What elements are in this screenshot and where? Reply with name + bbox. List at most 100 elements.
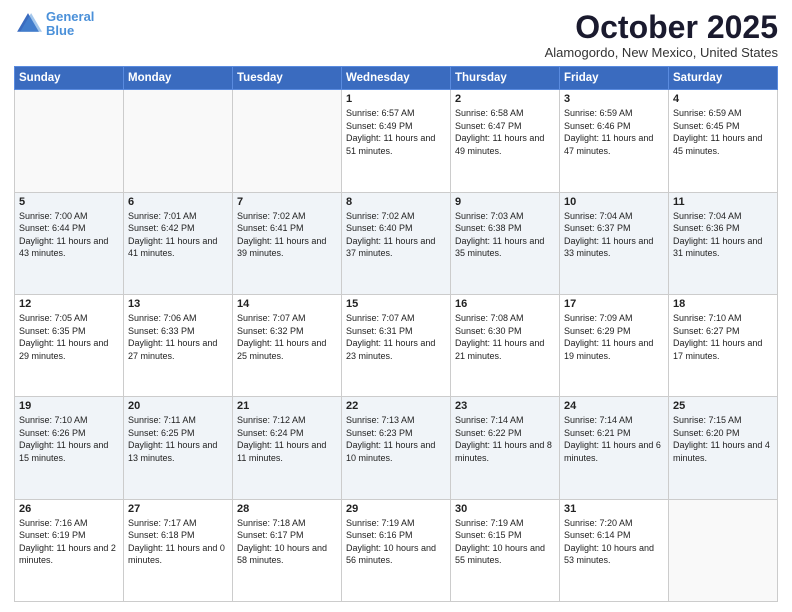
col-saturday: Saturday xyxy=(669,67,778,90)
day-number: 15 xyxy=(346,298,446,310)
day-info: Sunrise: 7:06 AM Sunset: 6:33 PM Dayligh… xyxy=(128,312,228,362)
day-info: Sunrise: 7:15 AM Sunset: 6:20 PM Dayligh… xyxy=(673,414,773,464)
day-info: Sunrise: 7:17 AM Sunset: 6:18 PM Dayligh… xyxy=(128,517,228,567)
day-info: Sunrise: 7:20 AM Sunset: 6:14 PM Dayligh… xyxy=(564,517,664,567)
day-info: Sunrise: 7:01 AM Sunset: 6:42 PM Dayligh… xyxy=(128,210,228,260)
day-info: Sunrise: 7:04 AM Sunset: 6:37 PM Dayligh… xyxy=(564,210,664,260)
table-row xyxy=(233,90,342,192)
table-row: 28Sunrise: 7:18 AM Sunset: 6:17 PM Dayli… xyxy=(233,499,342,601)
day-info: Sunrise: 7:12 AM Sunset: 6:24 PM Dayligh… xyxy=(237,414,337,464)
table-row: 29 Sunrise: 7:19 AM Sunset: 6:16 PM Dayli… xyxy=(342,499,451,601)
day-number: 16 xyxy=(455,298,555,310)
table-row: 23 Sunrise: 7:14 AM Sunset: 6:22 PM Dayli… xyxy=(451,397,560,499)
day-number: 27 xyxy=(128,503,228,515)
header-row: Sunday Monday Tuesday Wednesday Thursday… xyxy=(15,67,778,90)
table-row: 14 Sunrise: 7:07 AM Sunset: 6:32 PM Dayli… xyxy=(233,294,342,396)
table-row: 10 Sunrise: 7:04 AM Sunset: 6:37 PM Dayli… xyxy=(560,192,669,294)
day-info: Sunrise: 6:58 AM Sunset: 6:47 PM Dayligh… xyxy=(455,107,555,157)
table-row: 26 Sunrise: 7:16 AM Sunset: 6:19 PM Dayli… xyxy=(15,499,124,601)
day-number: 7 xyxy=(237,196,337,208)
day-number: 29 xyxy=(346,503,446,515)
table-row: 25Sunrise: 7:15 AM Sunset: 6:20 PM Dayli… xyxy=(669,397,778,499)
table-row: 15 Sunrise: 7:07 AM Sunset: 6:31 PM Dayli… xyxy=(342,294,451,396)
day-number: 9 xyxy=(455,196,555,208)
table-row: 20 Sunrise: 7:11 AM Sunset: 6:25 PM Dayli… xyxy=(124,397,233,499)
table-row: 5 Sunrise: 7:00 AM Sunset: 6:44 PM Daylig… xyxy=(15,192,124,294)
table-row xyxy=(124,90,233,192)
col-tuesday: Tuesday xyxy=(233,67,342,90)
table-row: 3Sunrise: 6:59 AM Sunset: 6:46 PM Daylig… xyxy=(560,90,669,192)
table-row xyxy=(15,90,124,192)
day-number: 5 xyxy=(19,196,119,208)
day-info: Sunrise: 7:14 AM Sunset: 6:22 PM Dayligh… xyxy=(455,414,555,464)
day-info: Sunrise: 7:09 AM Sunset: 6:29 PM Dayligh… xyxy=(564,312,664,362)
day-info: Sunrise: 7:07 AM Sunset: 6:32 PM Dayligh… xyxy=(237,312,337,362)
title-block: October 2025 Alamogordo, New Mexico, Uni… xyxy=(545,10,778,60)
table-row: 19 Sunrise: 7:10 AM Sunset: 6:26 PM Dayli… xyxy=(15,397,124,499)
day-info: Sunrise: 7:05 AM Sunset: 6:35 PM Dayligh… xyxy=(19,312,119,362)
logo: General Blue xyxy=(14,10,94,39)
day-number: 18 xyxy=(673,298,773,310)
day-number: 17 xyxy=(564,298,664,310)
day-info: Sunrise: 7:07 AM Sunset: 6:31 PM Dayligh… xyxy=(346,312,446,362)
day-info: Sunrise: 7:03 AM Sunset: 6:38 PM Dayligh… xyxy=(455,210,555,260)
day-info: Sunrise: 6:59 AM Sunset: 6:45 PM Dayligh… xyxy=(673,107,773,157)
day-info: Sunrise: 7:10 AM Sunset: 6:26 PM Dayligh… xyxy=(19,414,119,464)
col-sunday: Sunday xyxy=(15,67,124,90)
day-number: 14 xyxy=(237,298,337,310)
table-row: 7Sunrise: 7:02 AM Sunset: 6:41 PM Daylig… xyxy=(233,192,342,294)
day-info: Sunrise: 6:57 AM Sunset: 6:49 PM Dayligh… xyxy=(346,107,446,157)
day-number: 12 xyxy=(19,298,119,310)
day-info: Sunrise: 7:13 AM Sunset: 6:23 PM Dayligh… xyxy=(346,414,446,464)
table-row xyxy=(669,499,778,601)
table-row: 4Sunrise: 6:59 AM Sunset: 6:45 PM Daylig… xyxy=(669,90,778,192)
day-number: 19 xyxy=(19,400,119,412)
day-number: 21 xyxy=(237,400,337,412)
day-info: Sunrise: 7:00 AM Sunset: 6:44 PM Dayligh… xyxy=(19,210,119,260)
day-number: 11 xyxy=(673,196,773,208)
calendar-table: Sunday Monday Tuesday Wednesday Thursday… xyxy=(14,66,778,602)
calendar-row-2: 12 Sunrise: 7:05 AM Sunset: 6:35 PM Dayli… xyxy=(15,294,778,396)
col-friday: Friday xyxy=(560,67,669,90)
table-row: 6Sunrise: 7:01 AM Sunset: 6:42 PM Daylig… xyxy=(124,192,233,294)
day-number: 23 xyxy=(455,400,555,412)
col-thursday: Thursday xyxy=(451,67,560,90)
table-row: 11Sunrise: 7:04 AM Sunset: 6:36 PM Dayli… xyxy=(669,192,778,294)
table-row: 18 Sunrise: 7:10 AM Sunset: 6:27 PM Dayli… xyxy=(669,294,778,396)
day-number: 2 xyxy=(455,93,555,105)
day-number: 24 xyxy=(564,400,664,412)
table-row: 17 Sunrise: 7:09 AM Sunset: 6:29 PM Dayli… xyxy=(560,294,669,396)
month-title: October 2025 xyxy=(545,10,778,45)
day-info: Sunrise: 7:02 AM Sunset: 6:40 PM Dayligh… xyxy=(346,210,446,260)
day-number: 20 xyxy=(128,400,228,412)
day-info: Sunrise: 7:10 AM Sunset: 6:27 PM Dayligh… xyxy=(673,312,773,362)
day-info: Sunrise: 7:11 AM Sunset: 6:25 PM Dayligh… xyxy=(128,414,228,464)
col-monday: Monday xyxy=(124,67,233,90)
table-row: 1 Sunrise: 6:57 AM Sunset: 6:49 PM Daylig… xyxy=(342,90,451,192)
day-info: Sunrise: 7:19 AM Sunset: 6:16 PM Dayligh… xyxy=(346,517,446,567)
table-row: 27 Sunrise: 7:17 AM Sunset: 6:18 PM Dayli… xyxy=(124,499,233,601)
calendar-row-1: 5 Sunrise: 7:00 AM Sunset: 6:44 PM Daylig… xyxy=(15,192,778,294)
logo-text: General Blue xyxy=(46,10,94,39)
day-number: 22 xyxy=(346,400,446,412)
day-number: 13 xyxy=(128,298,228,310)
table-row: 8Sunrise: 7:02 AM Sunset: 6:40 PM Daylig… xyxy=(342,192,451,294)
day-number: 1 xyxy=(346,93,446,105)
day-number: 10 xyxy=(564,196,664,208)
table-row: 24 Sunrise: 7:14 AM Sunset: 6:21 PM Dayli… xyxy=(560,397,669,499)
table-row: 9 Sunrise: 7:03 AM Sunset: 6:38 PM Daylig… xyxy=(451,192,560,294)
day-info: Sunrise: 7:14 AM Sunset: 6:21 PM Dayligh… xyxy=(564,414,664,464)
table-row: 22 Sunrise: 7:13 AM Sunset: 6:23 PM Dayli… xyxy=(342,397,451,499)
day-number: 30 xyxy=(455,503,555,515)
table-row: 21 Sunrise: 7:12 AM Sunset: 6:24 PM Dayli… xyxy=(233,397,342,499)
table-row: 12 Sunrise: 7:05 AM Sunset: 6:35 PM Dayli… xyxy=(15,294,124,396)
day-number: 3 xyxy=(564,93,664,105)
calendar-row-4: 26 Sunrise: 7:16 AM Sunset: 6:19 PM Dayli… xyxy=(15,499,778,601)
page: General Blue October 2025 Alamogordo, Ne… xyxy=(0,0,792,612)
day-number: 26 xyxy=(19,503,119,515)
calendar-row-0: 1 Sunrise: 6:57 AM Sunset: 6:49 PM Daylig… xyxy=(15,90,778,192)
day-info: Sunrise: 7:08 AM Sunset: 6:30 PM Dayligh… xyxy=(455,312,555,362)
table-row: 13 Sunrise: 7:06 AM Sunset: 6:33 PM Dayli… xyxy=(124,294,233,396)
calendar-row-3: 19 Sunrise: 7:10 AM Sunset: 6:26 PM Dayli… xyxy=(15,397,778,499)
day-info: Sunrise: 7:16 AM Sunset: 6:19 PM Dayligh… xyxy=(19,517,119,567)
